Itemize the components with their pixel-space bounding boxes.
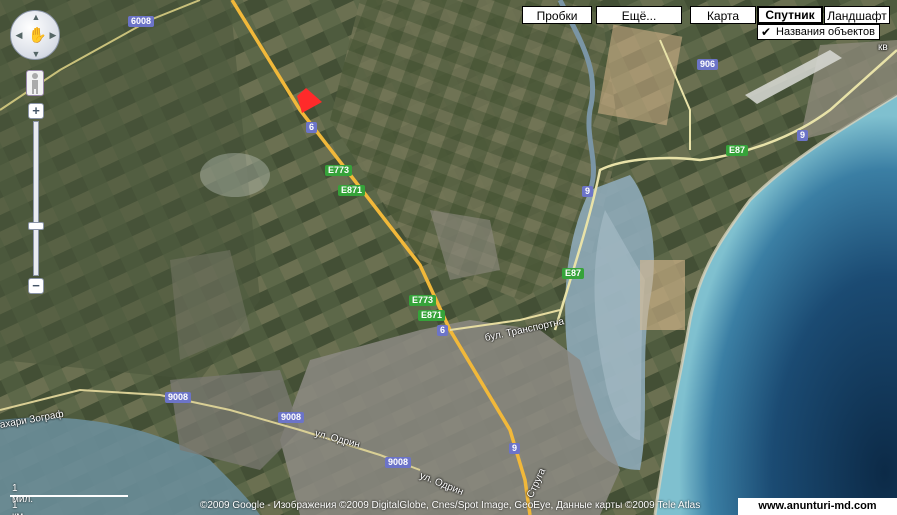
road-shield: E871 [338,185,366,196]
pan-up-icon[interactable]: ▲ [30,12,42,22]
more-button[interactable]: Ещё... [596,6,682,24]
road-shield: 6008 [128,16,155,27]
zoom-out-button[interactable]: − [28,278,44,294]
road-shield: E87 [562,268,585,279]
road-shield: E87 [726,145,749,156]
road-shield: 6 [306,122,318,133]
scale-km-label: 1 км [12,500,23,515]
road-shield: 9008 [165,392,192,403]
watermark-text: www.anunturi-md.com [738,498,897,515]
pan-left-icon[interactable]: ◀ [13,30,25,41]
street-label: кв [878,42,888,53]
map-type-satellite-button[interactable]: Спутник [757,6,823,24]
road-shield: E773 [409,295,437,306]
traffic-button[interactable]: Пробки [522,6,592,24]
map-type-terrain-button[interactable]: Ландшафт [824,6,890,24]
pan-right-icon[interactable]: ▶ [47,30,59,41]
zoom-slider-track[interactable] [33,121,39,276]
labels-checkbox[interactable]: ✔ Названия объектов [757,24,880,40]
pegman-icon[interactable] [26,70,44,96]
pan-down-icon[interactable]: ▼ [30,49,42,59]
road-shield: 9 [582,186,594,197]
scale-line [10,495,128,497]
road-shield: 6 [437,325,449,336]
checkmark-icon: ✔ [761,25,772,39]
satellite-imagery [0,0,897,515]
map-type-map-button[interactable]: Карта [690,6,756,24]
zoom-slider-thumb[interactable] [28,222,44,231]
pan-control[interactable]: ▲ ▼ ◀ ▶ ✋ [10,10,60,60]
road-shield: 9008 [278,412,305,423]
road-shield: 9 [797,130,809,141]
road-shield: E773 [325,165,353,176]
copyright-text: ©2009 Google - Изображения ©2009 Digital… [200,500,701,511]
labels-checkbox-label: Названия объектов [776,26,875,38]
zoom-in-button[interactable]: + [28,103,44,119]
road-shield: E871 [418,310,446,321]
road-shield: 9 [509,443,521,454]
road-shield: 9008 [385,457,412,468]
road-shield: 906 [697,59,719,70]
hand-icon: ✋ [28,27,47,44]
satellite-map[interactable]: ▲ ▼ ◀ ▶ ✋ + − Пробки Ещё... Карта Спутни… [0,0,897,515]
